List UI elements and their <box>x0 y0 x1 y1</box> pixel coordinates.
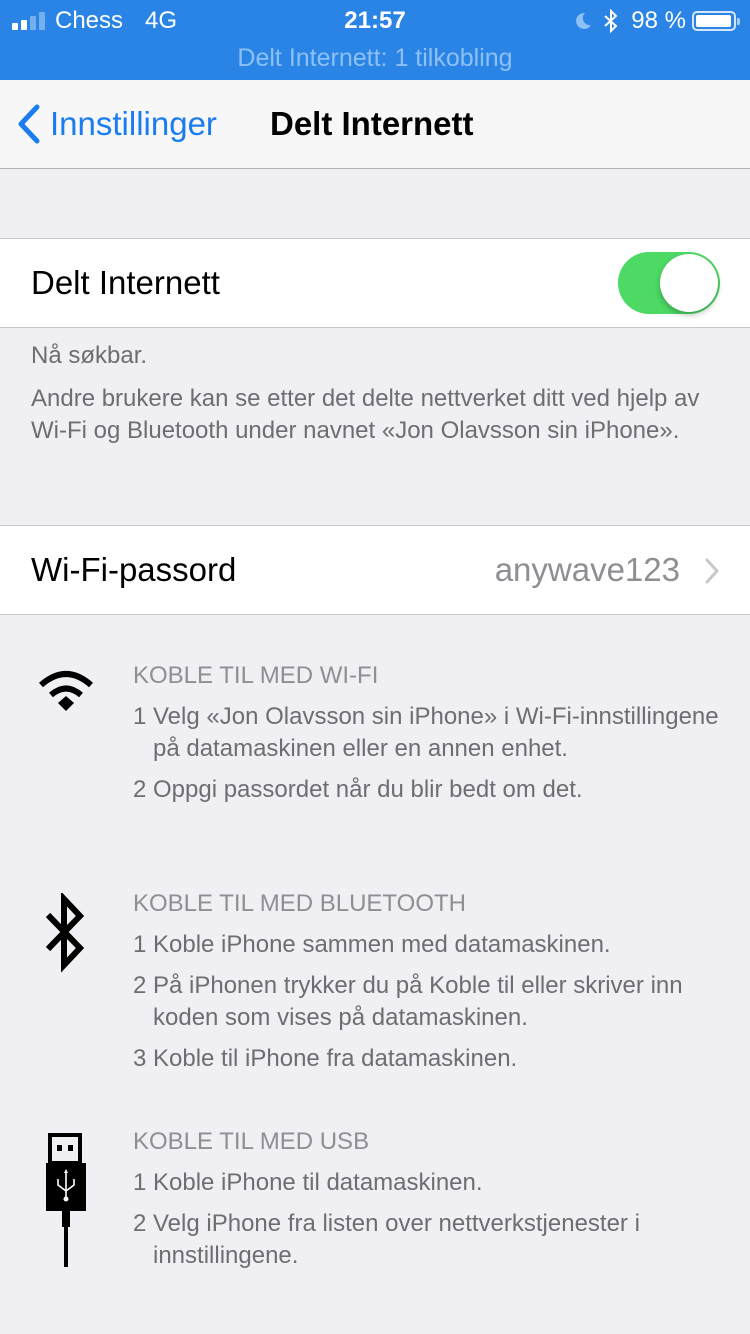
section-title: KOBLE TIL MED BLUETOOTH <box>133 890 466 917</box>
step-text: Koble iPhone til datamaskinen. <box>153 1169 483 1196</box>
step-number: 1 <box>133 1169 147 1196</box>
battery-icon <box>692 11 740 31</box>
step-number: 1 <box>133 931 147 958</box>
step-number: 1 <box>133 703 147 730</box>
wifi-password-value: anywave123 <box>494 551 680 588</box>
step-item: 2 Oppgi passordet når du blir bedt om de… <box>133 774 733 806</box>
step-number: 2 <box>133 776 147 803</box>
step-item: 2 Velg iPhone fra listen over nettverkst… <box>133 1208 733 1272</box>
bluetooth-icon <box>45 893 85 973</box>
back-button[interactable]: Innstillinger <box>16 102 217 146</box>
step-list: 1 Koble iPhone til datamaskinen. 2 Velg … <box>133 1167 733 1281</box>
step-number: 2 <box>133 1210 147 1237</box>
bluetooth-icon <box>604 9 618 33</box>
section-title: KOBLE TIL MED WI-FI <box>133 662 379 689</box>
chevron-right-icon <box>705 558 719 584</box>
toggle-knob <box>660 254 718 312</box>
navigation-bar: Innstillinger Delt Internett <box>0 80 750 169</box>
discoverable-description: Andre brukere kan se etter det delte net… <box>31 385 700 444</box>
discoverable-status: Nå søkbar. <box>31 342 148 369</box>
status-bar: Chess 4G 21:57 98 % Delt Internett: 1 ti… <box>0 0 750 80</box>
step-text: På iPhonen trykker du på Koble til eller… <box>153 972 683 1031</box>
wifi-password-label: Wi-Fi-passord <box>31 551 237 588</box>
hotspot-connections-banner[interactable]: Delt Internett: 1 tilkobling <box>0 42 750 74</box>
hotspot-toggle-switch[interactable] <box>618 252 720 314</box>
hotspot-toggle-label: Delt Internett <box>31 264 220 301</box>
step-text: Oppgi passordet når du blir bedt om det. <box>153 776 583 803</box>
battery-level-fill <box>696 15 732 27</box>
step-item: 2 På iPhonen trykker du på Koble til ell… <box>133 970 733 1034</box>
usb-cable-icon <box>46 1133 86 1267</box>
step-list: 1 Velg «Jon Olavsson sin iPhone» i Wi-Fi… <box>133 701 733 815</box>
step-text: Koble til iPhone fra datamaskinen. <box>153 1045 518 1072</box>
wifi-icon <box>39 671 93 711</box>
back-button-label: Innstillinger <box>50 105 217 142</box>
section-title: KOBLE TIL MED USB <box>133 1128 370 1155</box>
step-number: 2 <box>133 972 147 999</box>
step-item: 1 Velg «Jon Olavsson sin iPhone» i Wi-Fi… <box>133 701 733 765</box>
step-text: Velg iPhone fra listen over nettverkstje… <box>153 1210 640 1269</box>
page-title: Delt Internett <box>270 105 474 142</box>
wifi-password-row[interactable]: Wi-Fi-passord anywave123 <box>0 525 750 615</box>
step-text: Koble iPhone sammen med datamaskinen. <box>153 931 611 958</box>
chevron-left-icon <box>18 104 40 144</box>
step-list: 1 Koble iPhone sammen med datamaskinen. … <box>133 929 733 1084</box>
step-number: 3 <box>133 1045 147 1072</box>
step-item: 3 Koble til iPhone fra datamaskinen. <box>133 1043 733 1075</box>
step-item: 1 Koble iPhone sammen med datamaskinen. <box>133 929 733 961</box>
battery-percent: 98 % <box>631 7 686 34</box>
hotspot-toggle-row: Delt Internett <box>0 238 750 328</box>
step-text: Velg «Jon Olavsson sin iPhone» i Wi-Fi-i… <box>153 703 719 762</box>
do-not-disturb-moon-icon <box>576 12 592 29</box>
status-right: 98 % <box>573 6 740 36</box>
step-item: 1 Koble iPhone til datamaskinen. <box>133 1167 733 1199</box>
